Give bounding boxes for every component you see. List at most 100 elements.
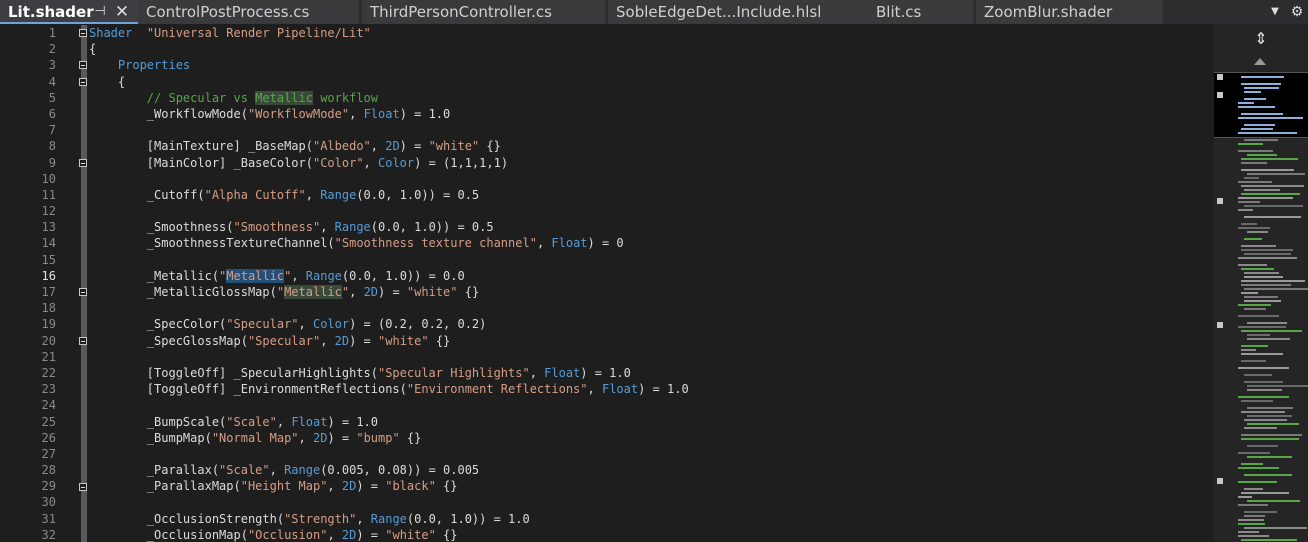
minimap-line [1244, 177, 1259, 179]
minimap-line [1244, 527, 1307, 529]
keyword-token: Float [551, 236, 588, 251]
tab-lit-shader[interactable]: Lit.shader ⊣ ✕ [0, 0, 140, 24]
code-line: _BumpMap("Normal Map", 2D) = "bump" {} [89, 430, 689, 446]
minimap-line [1241, 492, 1289, 494]
code-token: ) = (1,1,1,1) [414, 155, 509, 170]
string-token: "Scale" [219, 463, 270, 478]
line-number: 27 [41, 446, 56, 461]
collapse-region-icon[interactable] [79, 29, 87, 37]
keyword-token: 2D [385, 139, 400, 154]
minimap-line [1244, 139, 1278, 141]
collapse-region-icon[interactable] [79, 336, 87, 345]
minimap-line [1238, 481, 1277, 483]
tab-zoomblur[interactable]: ZoomBlur.shader [976, 0, 1164, 24]
keyword-token: 2D [341, 479, 357, 494]
line-number: 10 [41, 171, 56, 186]
keyword-token: Float [291, 414, 328, 429]
code-token: , [298, 430, 313, 445]
minimap-scrollbar[interactable]: ⇕ [1214, 24, 1308, 542]
line-number: 29 [41, 479, 56, 494]
line-number: 22 [41, 365, 56, 380]
code-line: { [89, 41, 689, 57]
code-token: ) = [356, 527, 386, 542]
pin-icon[interactable]: ⊣ [92, 0, 108, 22]
minimap-line [1241, 411, 1285, 413]
string-token: Metallic [226, 268, 285, 283]
minimap-line [1238, 496, 1252, 498]
minimap-line [1238, 519, 1264, 521]
collapse-region-icon[interactable] [79, 482, 87, 491]
minimap-line [1241, 162, 1267, 164]
minimap-line [1244, 124, 1275, 126]
tab-label: Blit.cs [876, 3, 922, 21]
minimap-line [1241, 76, 1284, 78]
string-token: "white" [378, 333, 429, 348]
collapse-region-icon[interactable] [79, 77, 87, 86]
keyword-token: Color [312, 317, 350, 332]
collapse-region-icon[interactable] [79, 158, 87, 167]
minimap-marker [1217, 74, 1223, 80]
tab-controlpostprocess[interactable]: ControlPostProcess.cs [138, 0, 360, 24]
minimap-line [1244, 374, 1272, 376]
string-token: "Normal Map" [211, 430, 299, 445]
minimap-line [1244, 253, 1291, 255]
keyword-token: Float [544, 365, 581, 380]
minimap-line [1241, 345, 1268, 347]
minimap-line [1238, 150, 1273, 152]
code-token: _WorkflowMode( [89, 106, 248, 121]
tab-label: ThirdPersonController.cs [370, 3, 552, 21]
minimap-line [1241, 158, 1298, 160]
minimap-line [1244, 216, 1301, 218]
string-token: "Albedo" [312, 139, 371, 154]
keyword-token: 2D [363, 285, 379, 299]
code-token: {} [479, 139, 501, 154]
code-token: ) = (0.2, 0.2, 0.2) [349, 317, 487, 332]
code-line: [MainTexture] _BaseMap("Albedo", 2D) = "… [89, 138, 689, 154]
keyword-token: Range [320, 187, 357, 202]
minimap-line [1238, 181, 1272, 183]
code-line: _SpecGlossMap("Specular", 2D) = "white" … [89, 333, 689, 349]
code-token: [ToggleOff] _SpecularHighlights( [89, 365, 378, 380]
collapse-region-icon[interactable] [79, 288, 87, 297]
string-token: "Universal Render Pipeline/Lit" [146, 26, 371, 40]
minimap-line [1247, 407, 1293, 409]
gear-icon[interactable]: ⚙ [1288, 0, 1306, 24]
keyword-token: Properties [117, 58, 191, 73]
code-editor[interactable]: 1 2 3 4 5 6 7 8 9 10 11 12 13 14 15 16 17 18 19 20 21 22 23 24 2… [0, 24, 1214, 542]
tab-label: Lit.shader [8, 3, 94, 21]
scroll-up-arrow-icon[interactable] [1254, 58, 1266, 65]
minimap-line [1241, 245, 1276, 247]
minimap-line [1238, 227, 1270, 229]
code-token: , [536, 236, 552, 251]
string-token: "Height Map" [240, 479, 328, 494]
code-text-area[interactable]: Shader "Universal Render Pipeline/Lit"{ … [89, 25, 689, 542]
string-token: " [276, 285, 285, 299]
string-token: "Specular" [226, 317, 299, 332]
code-line: _ParallaxMap("Height Map", 2D) = "black"… [89, 478, 689, 494]
minimap-line [1241, 463, 1263, 465]
minimap-line [1247, 445, 1278, 447]
minimap-line [1238, 117, 1303, 119]
code-token: _OcclusionStrength( [89, 511, 285, 526]
split-window-icon[interactable]: ⇕ [1252, 30, 1270, 48]
tab-thirdpersoncontroller[interactable]: ThirdPersonController.cs [362, 0, 606, 24]
line-number: 24 [41, 398, 56, 413]
tab-list-dropdown-icon[interactable]: ▼ [1266, 0, 1284, 24]
close-icon[interactable]: ✕ [114, 0, 130, 22]
comment-token: workflow [312, 90, 378, 105]
tab-blit[interactable]: Blit.cs [868, 0, 974, 24]
minimap-line [1247, 385, 1308, 387]
code-token: {} [435, 527, 458, 542]
code-line: [ToggleOff] _SpecularHighlights("Specula… [89, 365, 689, 381]
minimap-line [1238, 106, 1275, 108]
tab-sobleedgedet[interactable]: SobleEdgeDet...Include.hlsl [608, 0, 870, 24]
minimap-line [1247, 456, 1292, 458]
keyword-token: 2D [334, 333, 350, 348]
collapse-region-icon[interactable] [79, 61, 87, 70]
keyword-token: Range [370, 511, 407, 526]
code-token: {} [399, 430, 422, 445]
code-token: _SmoothnessTextureChannel( [89, 236, 335, 251]
